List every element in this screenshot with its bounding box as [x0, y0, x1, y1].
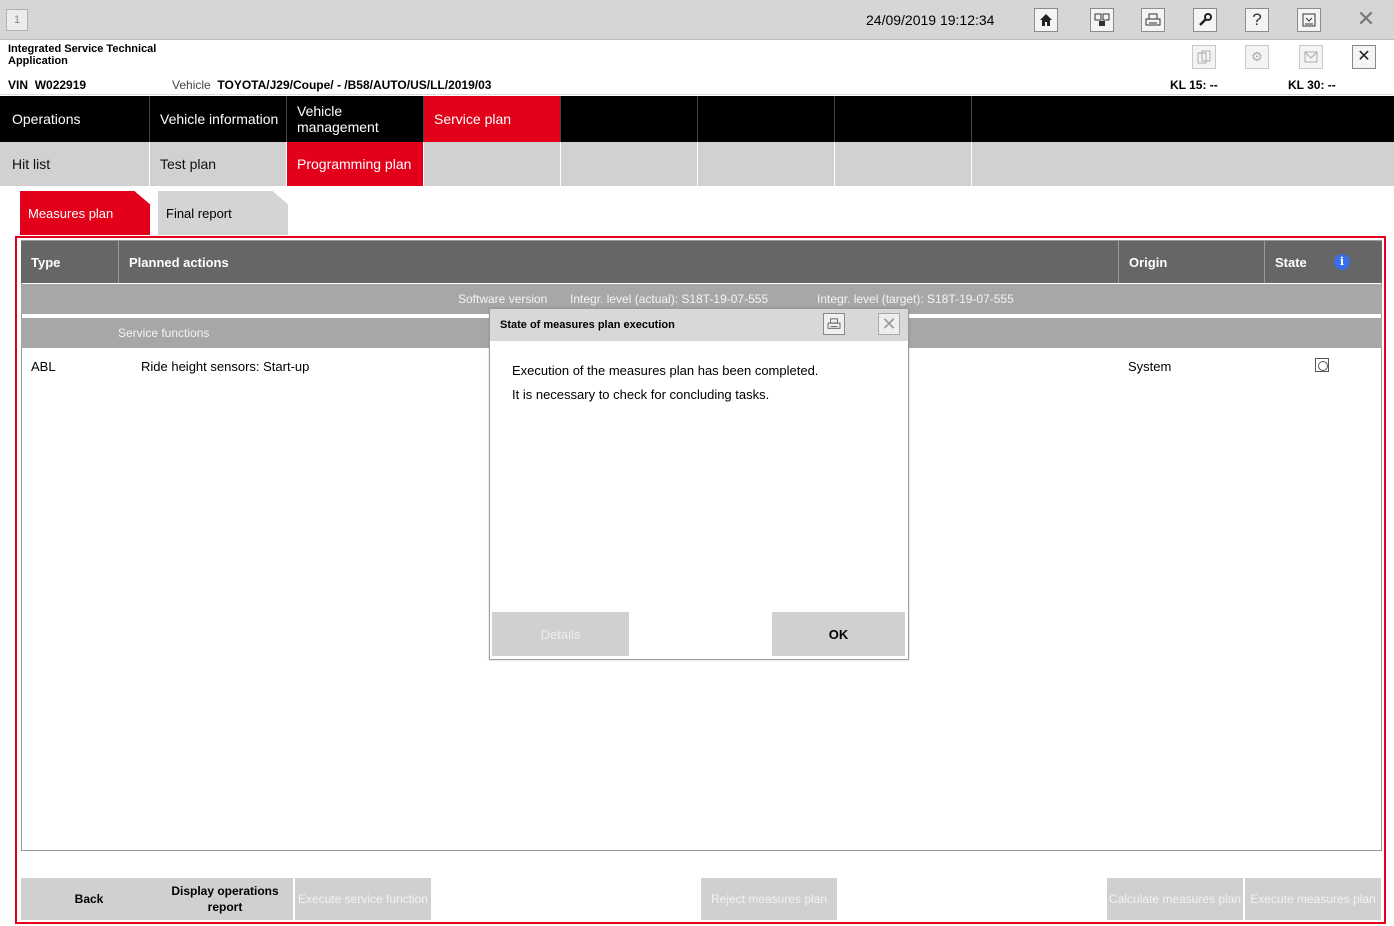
- execute-measures-plan-button[interactable]: Execute measures plan: [1245, 878, 1381, 920]
- minimize-icon[interactable]: [1297, 8, 1321, 32]
- dialog-title: State of measures plan execution: [500, 319, 675, 331]
- tab-empty: [424, 142, 561, 186]
- vin-label: VIN: [8, 78, 29, 92]
- app-title: Integrated Service Technical Application: [8, 43, 157, 67]
- table-header: Type Planned actions Origin State i: [21, 241, 1382, 283]
- calculate-measures-plan-button[interactable]: Calculate measures plan: [1107, 878, 1243, 920]
- tab-measures-plan[interactable]: Measures plan: [20, 191, 150, 235]
- tab-empty: [561, 96, 698, 142]
- copy-icon: [1192, 45, 1216, 69]
- state-indicator[interactable]: [1315, 358, 1329, 372]
- reject-measures-plan-button[interactable]: Reject measures plan: [701, 878, 837, 920]
- kl30-status: KL 30: --: [1288, 78, 1336, 92]
- vin-value: W022919: [34, 78, 87, 92]
- session-number[interactable]: 1: [6, 9, 28, 31]
- vehicle-label: Vehicle: [172, 78, 211, 92]
- tab-test-plan[interactable]: Test plan: [150, 142, 287, 186]
- tab-final-report[interactable]: Final report: [158, 191, 288, 235]
- column-origin[interactable]: Origin: [1119, 241, 1265, 283]
- tab-service-plan[interactable]: Service plan: [424, 96, 561, 142]
- datetime-display: 24/09/2019 19:12:34: [866, 12, 995, 28]
- tab-empty: [698, 142, 835, 186]
- dialog-message-line-2: It is necessary to check for concluding …: [512, 387, 770, 402]
- app-close-button[interactable]: ✕: [1352, 45, 1376, 69]
- integr-level-target: Integr. level (target): S18T-19-07-555: [817, 292, 1014, 306]
- tab-hit-list[interactable]: Hit list: [0, 142, 150, 186]
- details-button[interactable]: Details: [492, 612, 629, 656]
- ok-button[interactable]: OK: [772, 612, 905, 656]
- tab-vehicle-management[interactable]: Vehicle management: [287, 96, 424, 142]
- print-icon[interactable]: [1141, 8, 1165, 32]
- tab-empty: [835, 142, 972, 186]
- tab-empty: [698, 96, 835, 142]
- tab-empty: [972, 96, 1394, 142]
- tab-operations[interactable]: Operations: [0, 96, 150, 142]
- app-header: Integrated Service Technical Application…: [0, 41, 1394, 72]
- tab-empty: [561, 142, 698, 186]
- row-origin: System: [1128, 359, 1172, 374]
- kl15-status: KL 15: --: [1170, 78, 1218, 92]
- row-type: ABL: [31, 359, 56, 374]
- vehicle-value: TOYOTA/J29/Coupe/ - /B58/AUTO/US/LL/2019…: [217, 78, 492, 92]
- vehicle-diagnostics-icon[interactable]: [1090, 8, 1114, 32]
- print-icon[interactable]: [823, 313, 845, 335]
- tab-vehicle-information[interactable]: Vehicle information: [150, 96, 287, 142]
- column-planned-actions[interactable]: Planned actions: [119, 241, 1119, 283]
- close-icon[interactable]: ✕: [878, 313, 900, 335]
- tab-empty: [972, 142, 1394, 186]
- main-navigation: Operations Vehicle information Vehicle m…: [0, 96, 1394, 142]
- back-button[interactable]: Back: [21, 878, 157, 920]
- sub-navigation: Hit list Test plan Programming plan: [0, 142, 1394, 186]
- help-icon[interactable]: ?: [1245, 8, 1269, 32]
- integr-level-actual: Integr. level (actual): S18T-19-07-555: [570, 292, 769, 306]
- info-icon[interactable]: i: [1334, 254, 1350, 270]
- dialog-header: State of measures plan execution ✕: [490, 309, 908, 341]
- close-icon[interactable]: ✕: [1354, 8, 1378, 32]
- vehicle-info-bar: VIN W022919 Vehicle TOYOTA/J29/Coupe/ - …: [0, 75, 1394, 95]
- section-title: Service functions: [118, 326, 210, 340]
- execute-service-function-button[interactable]: Execute service function: [295, 878, 431, 920]
- settings-icon: ⚙: [1245, 45, 1269, 69]
- column-type[interactable]: Type: [21, 241, 119, 283]
- tab-programming-plan[interactable]: Programming plan: [287, 142, 424, 186]
- system-toolbar: 1 24/09/2019 19:12:34 ? ✕: [0, 0, 1394, 40]
- display-operations-report-button[interactable]: Display operations report: [157, 878, 293, 920]
- execution-state-dialog: State of measures plan execution ✕ Execu…: [489, 308, 909, 660]
- software-version-label: Software version: [458, 292, 548, 306]
- wrench-icon[interactable]: [1193, 8, 1217, 32]
- home-icon[interactable]: [1034, 8, 1058, 32]
- column-state[interactable]: State: [1265, 241, 1382, 283]
- mail-icon: [1299, 45, 1323, 69]
- row-action: Ride height sensors: Start-up: [141, 359, 310, 374]
- tab-empty: [835, 96, 972, 142]
- vehicle-display: Vehicle TOYOTA/J29/Coupe/ - /B58/AUTO/US…: [172, 78, 491, 92]
- dialog-message-line-1: Execution of the measures plan has been …: [512, 363, 819, 378]
- vin-display: VIN W022919: [8, 78, 86, 92]
